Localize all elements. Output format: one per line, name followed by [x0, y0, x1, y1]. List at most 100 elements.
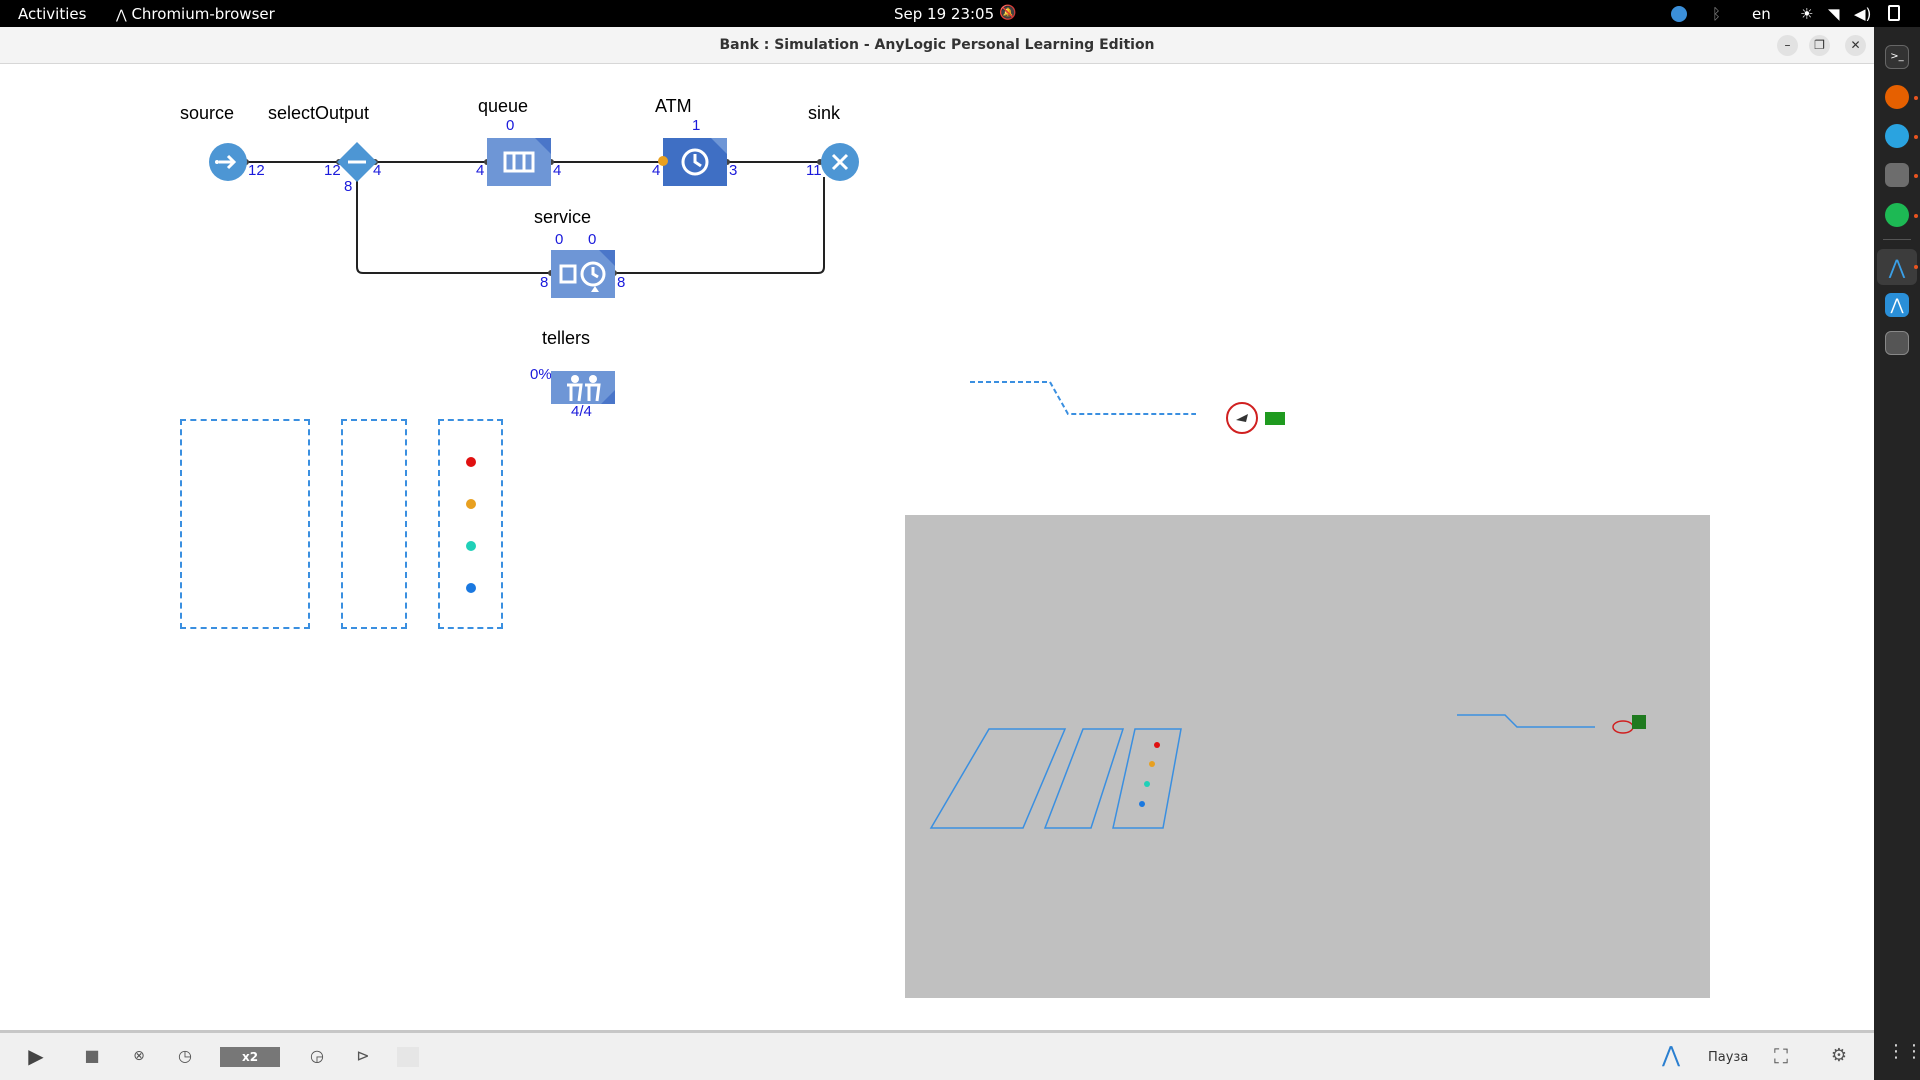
path-2d — [970, 381, 1196, 415]
bluetooth-icon[interactable]: ᛒ — [1712, 5, 1721, 23]
selectoutput-false-count: 8 — [344, 178, 353, 195]
selectoutput-label: selectOutput — [268, 103, 370, 123]
anylogic-app-icon: ⋀ — [116, 8, 127, 23]
app-name: Chromium-browser — [131, 5, 275, 23]
fast-forward-icon[interactable]: ⊳ — [350, 1043, 376, 1069]
language-indicator[interactable]: en — [1752, 5, 1771, 23]
dock-separator — [1883, 239, 1911, 240]
service-icon — [559, 250, 615, 292]
service-label: service — [534, 207, 592, 227]
faster-icon[interactable]: ◶ — [304, 1043, 330, 1069]
atm-block[interactable] — [663, 138, 727, 186]
camera-icon[interactable] — [1226, 402, 1258, 434]
simulation-canvas[interactable]: source 12 selectOutput 12 4 8 queue 0 4 … — [0, 65, 1874, 1030]
placeholder-button[interactable] — [397, 1047, 419, 1067]
running-indicator — [1914, 174, 1918, 178]
queue-block[interactable] — [487, 138, 551, 186]
clock-icon — [681, 138, 727, 176]
status-text: Пауза — [1708, 1050, 1749, 1065]
view-3d-panel[interactable] — [905, 515, 1710, 998]
window-title-bar[interactable]: Bank : Simulation - AnyLogic Personal Le… — [0, 27, 1874, 64]
ground-marker — [1265, 412, 1285, 425]
sink-x-icon — [831, 153, 849, 171]
slower-icon[interactable]: ◷ — [172, 1043, 198, 1069]
clock[interactable]: Sep 19 23:05 — [894, 5, 994, 23]
running-indicator — [1914, 265, 1918, 269]
volume-icon[interactable]: ◀) — [1854, 5, 1871, 23]
service-out-count: 8 — [617, 274, 626, 291]
view-3d-scene — [929, 714, 1646, 829]
atm-count: 1 — [692, 117, 701, 134]
anylogic-logo-icon: ⋀ — [1661, 1043, 1681, 1068]
teller-dot-orange[interactable] — [466, 499, 476, 509]
anylogic-icon[interactable]: ⋀ — [1885, 255, 1909, 279]
sink-in-count: 11 — [806, 162, 822, 179]
atm-area[interactable] — [341, 419, 407, 629]
settings-gear-icon[interactable]: ⚙ — [1826, 1043, 1852, 1069]
maximize-button[interactable]: ❐ — [1809, 35, 1830, 56]
realtime-speed-icon[interactable]: ⊗ — [126, 1043, 152, 1069]
tellers-utilization: 0% — [530, 366, 552, 383]
queue-count: 0 — [506, 117, 515, 134]
service-delay-count: 0 — [588, 231, 597, 248]
sink-block[interactable] — [821, 143, 859, 181]
speed-indicator[interactable]: x2 — [220, 1047, 280, 1067]
atm-label: ATM — [655, 96, 692, 116]
running-indicator — [1914, 214, 1918, 218]
dock: >_ ⋀ ⋀ ⋮⋮⋮ — [1874, 27, 1920, 1080]
chromium-indicator-icon[interactable] — [1671, 6, 1687, 22]
wifi-icon[interactable]: ◥ — [1828, 5, 1840, 23]
brightness-icon[interactable]: ☀ — [1800, 5, 1813, 23]
flowchart-connectors — [228, 159, 825, 276]
teller-dot-teal[interactable] — [466, 541, 476, 551]
spotify-icon[interactable] — [1885, 203, 1909, 227]
teller-dot-blue[interactable] — [466, 583, 476, 593]
tellers-available: 4/4 — [571, 403, 592, 420]
source-out-count: 12 — [248, 162, 265, 179]
resource-pool-icon — [567, 375, 615, 404]
files-icon[interactable] — [1885, 163, 1909, 187]
activities-button[interactable]: Activities — [18, 5, 86, 23]
source-block[interactable] — [209, 143, 247, 181]
source-arrow-icon — [215, 154, 237, 170]
tellers-block[interactable] — [551, 371, 615, 404]
telegram-icon[interactable] — [1885, 124, 1909, 148]
queue-in-count: 4 — [476, 162, 485, 179]
running-indicator — [1914, 135, 1918, 139]
window-title: Bank : Simulation - AnyLogic Personal Le… — [719, 37, 1155, 53]
app-menu[interactable]: ⋀ Chromium-browser — [116, 5, 275, 23]
camera-glyph — [1236, 414, 1248, 422]
selectoutput-block[interactable] — [337, 142, 377, 182]
service-block[interactable] — [551, 250, 615, 298]
queue-area[interactable] — [180, 419, 310, 629]
terminal-icon[interactable]: >_ — [1885, 45, 1909, 69]
notification-muted-icon: 🔕 — [999, 5, 1017, 21]
service-in-count: 8 — [540, 274, 549, 291]
atm-out-count: 3 — [729, 162, 738, 179]
play-button[interactable]: ▶ — [18, 1043, 54, 1069]
queue-label: queue — [478, 96, 529, 116]
firefox-icon[interactable] — [1885, 85, 1909, 109]
queue-out-count: 4 — [553, 162, 562, 179]
system-top-bar: Activities ⋀ Chromium-browser Sep 19 23:… — [0, 0, 1920, 27]
show-apps-icon[interactable]: ⋮⋮⋮ — [1887, 1041, 1920, 1062]
service-queue-count: 0 — [555, 231, 564, 248]
fullscreen-icon[interactable]: ⛶ — [1768, 1043, 1794, 1069]
anylogic-launcher-icon[interactable]: ⋀ — [1885, 293, 1909, 317]
running-indicator — [1914, 96, 1918, 100]
simulation-toolbar: ▶ ■ ⊗ ◷ x2 ◶ ⊳ ⋀ Пауза ⛶ ⚙ — [0, 1030, 1874, 1080]
selectoutput-true-count: 4 — [373, 162, 382, 179]
stop-button[interactable]: ■ — [80, 1043, 104, 1069]
tellers-area[interactable] — [438, 419, 503, 629]
minimize-button[interactable]: – — [1777, 35, 1798, 56]
trash-icon[interactable] — [1885, 331, 1909, 355]
atm-in-count: 4 — [652, 162, 661, 179]
tellers-label: tellers — [542, 328, 591, 348]
teller-dot-red[interactable] — [466, 457, 476, 467]
queue-icon — [503, 138, 551, 173]
selectoutput-in-count: 12 — [324, 162, 341, 179]
close-button[interactable]: ✕ — [1845, 35, 1866, 56]
source-label: source — [180, 103, 235, 123]
sink-label: sink — [808, 103, 841, 123]
battery-icon[interactable] — [1888, 5, 1900, 21]
